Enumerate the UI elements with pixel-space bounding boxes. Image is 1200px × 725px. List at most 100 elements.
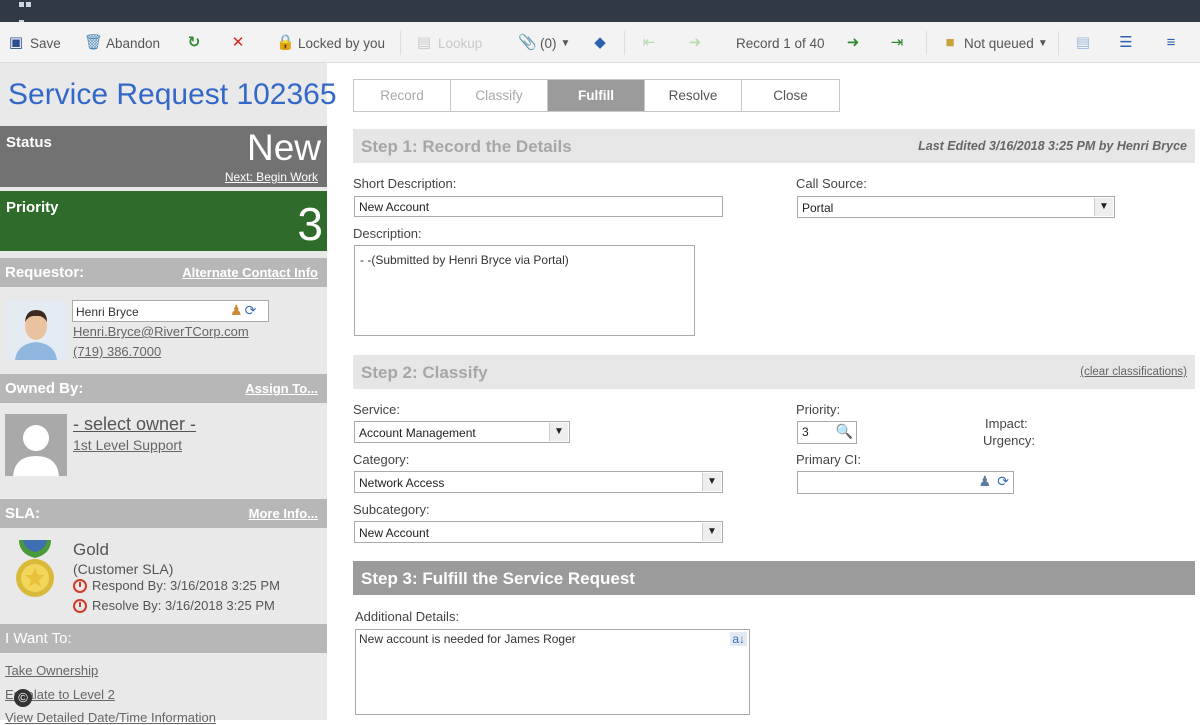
chevron-down-icon: ▼ [702,473,721,491]
right-arrow-icon: ➜ [846,34,860,51]
requestor-avatar [5,300,67,360]
view-datetime-link[interactable]: View Detailed Date/Time Information [5,710,216,725]
record-position: Record 1 of 40 [736,33,825,53]
refresh-button[interactable]: ↻ [186,33,208,53]
alarm-clock-icon [73,578,87,593]
queue-dropdown[interactable]: ■ Not queued ▼ [942,33,1047,53]
flag-button[interactable]: ◆ [592,33,614,53]
sla-more-info-link[interactable]: More Info... [249,506,318,521]
tab-resolve[interactable]: Resolve [645,80,742,111]
i-want-to-label: I Want To: [5,630,72,647]
magnifier-icon[interactable]: 🔍 [836,423,853,440]
page-title: Service Request 102365 [8,78,337,111]
layout-full-button[interactable]: ≡ [1163,33,1185,53]
first-arrow-icon: ⇤ [642,34,656,51]
description-textarea[interactable]: - -(Submitted by Henri Bryce via Portal) [354,245,695,336]
abandon-button[interactable]: 🗑 Abandon [84,33,160,53]
i-want-to-header: I Want To: [0,624,327,653]
last-arrow-icon: ⇥ [890,34,904,51]
priority-field-label: Priority: [796,402,841,417]
owner-avatar [5,414,67,476]
person-lookup-icon[interactable]: ♟ [978,473,991,490]
tab-record[interactable]: Record [354,80,451,111]
apps-grid-icon[interactable] [18,0,38,25]
category-label: Category: [353,452,410,467]
sla-header-label: SLA: [5,505,40,522]
chevron-down-icon: ▼ [1094,198,1113,216]
tab-close[interactable]: Close [742,80,839,111]
status-value: New [246,127,321,168]
service-select[interactable]: Account Management ▼ [354,421,570,443]
primary-ci-input[interactable]: ♟ ⟳ [797,471,1014,494]
take-ownership-link[interactable]: Take Ownership [5,663,98,678]
person-lookup-icon[interactable]: ♟ [230,302,243,320]
layout-list-button[interactable]: ☰ [1118,33,1140,53]
save-label: Save [30,35,61,51]
copyright-badge-icon: © [14,689,32,707]
lookup-icon: ▤ [416,34,432,51]
save-button[interactable]: ▣ Save [8,33,61,53]
category-select[interactable]: Network Access ▼ [354,471,723,493]
priority-value: 3 [297,198,323,250]
alternate-contact-link[interactable]: Alternate Contact Info [182,265,318,280]
requestor-email-link[interactable]: Henri.Bryce@RiverTCorp.com [73,324,249,339]
top-nav-bar [0,0,1200,25]
first-record-button[interactable]: ⇤ [641,33,663,53]
impact-label: Impact: [985,416,1028,431]
refresh-circle-icon[interactable]: ⟳ [245,302,257,320]
toolbar-divider [926,31,927,55]
lines-icon: ≡ [1166,34,1176,51]
additional-details-label: Additional Details: [355,609,460,624]
step2-header: Step 2: Classify (clear classifications) [353,355,1195,389]
subcategory-label: Subcategory: [353,502,430,517]
locked-indicator: 🔒 Locked by you [276,33,385,53]
sla-type: (Customer SLA) [73,561,174,577]
owner-team-link[interactable]: 1st Level Support [73,437,182,453]
additional-details-text: New account is needed for James Roger [359,632,576,646]
clear-classifications-link[interactable]: (clear classifications) [1080,366,1187,378]
priority-field-input[interactable]: 3 🔍 [797,421,857,444]
call-source-value: Portal [802,201,834,215]
page-icon: ▤ [1075,34,1091,51]
toolbar-divider [624,31,625,55]
short-description-label: Short Description: [353,176,457,191]
layout-single-button[interactable]: ▤ [1075,33,1097,53]
step3-header: Step 3: Fulfill the Service Request [353,561,1195,595]
priority-box: Priority 3 [0,191,327,251]
chevron-down-icon: ▼ [549,423,568,441]
gold-medal-icon [15,540,55,602]
resolve-by: Resolve By: 3/16/2018 3:25 PM [73,598,275,613]
workflow-tabs: Record Classify Fulfill Resolve Close [353,79,840,112]
respond-by: Respond By: 3/16/2018 3:25 PM [73,578,280,593]
service-label: Service: [353,402,400,417]
additional-details-textarea[interactable]: New account is needed for James Roger a↓ [355,629,750,715]
assign-to-link[interactable]: Assign To... [245,381,318,396]
call-source-select[interactable]: Portal ▼ [797,196,1115,218]
list-icon: ☰ [1119,34,1133,51]
owned-by-label: Owned By: [5,380,84,397]
spellcheck-icon[interactable]: a↓ [730,632,747,646]
paperclip-icon: 📎 [518,34,537,51]
queue-icon: ■ [945,34,955,51]
abandon-label: Abandon [106,35,161,51]
tab-fulfill[interactable]: Fulfill [548,80,645,111]
queue-label: Not queued [964,35,1034,51]
previous-record-button[interactable]: ➜ [687,33,709,53]
tab-classify[interactable]: Classify [451,80,548,111]
next-action-link[interactable]: Next: Begin Work [225,170,318,184]
short-description-input[interactable]: New Account [354,196,723,217]
status-box: Status New Next: Begin Work [0,126,327,187]
lookup-button[interactable]: ▤ Lookup [416,33,482,53]
last-record-button[interactable]: ⇥ [889,33,911,53]
refresh-icon: ↻ [187,34,201,51]
next-record-button[interactable]: ➜ [845,33,867,53]
status-label: Status [6,134,52,151]
attachments-dropdown[interactable]: 📎 (0) ▼ [518,33,570,53]
sla-name: Gold [73,540,109,559]
refresh-circle-icon[interactable]: ⟳ [997,473,1009,490]
subcategory-select[interactable]: New Account ▼ [354,521,723,543]
select-owner-link[interactable]: - select owner - [73,414,196,435]
close-record-button[interactable]: ✕ [230,33,252,53]
requestor-phone-link[interactable]: (719) 386.7000 [73,344,161,359]
subcategory-value: New Account [359,526,430,540]
